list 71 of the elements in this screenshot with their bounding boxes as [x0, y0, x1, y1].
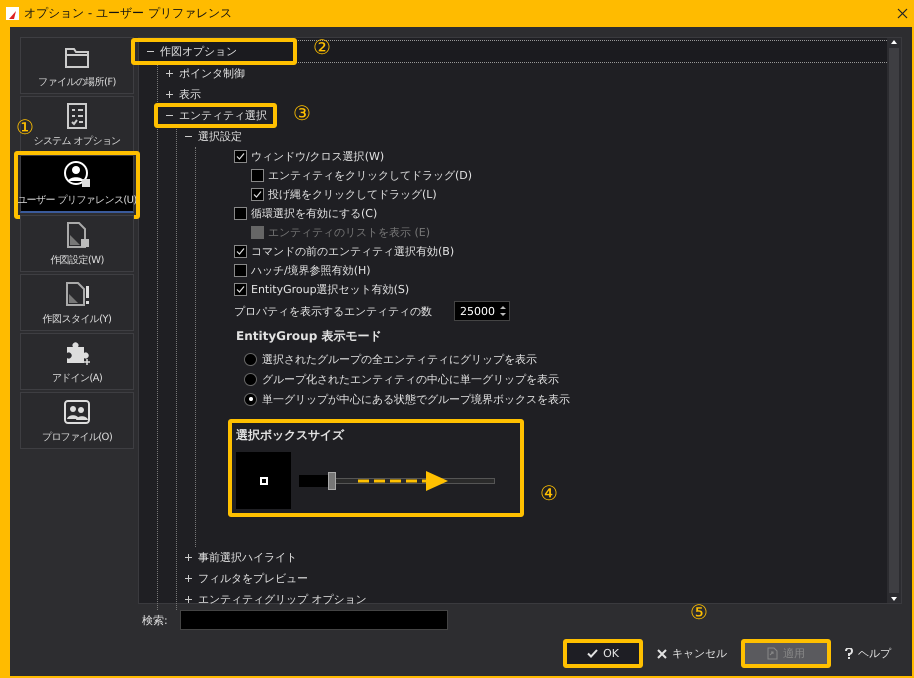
document-icon [767, 647, 778, 660]
radio-label: 単一グリップが中心にある状態でグループ境界ボックスを表示 [262, 392, 570, 406]
checkbox[interactable] [234, 283, 247, 296]
search-field[interactable] [180, 610, 448, 630]
scrollbar[interactable] [887, 38, 901, 603]
checkbox[interactable] [234, 150, 247, 163]
tree-item[interactable]: 事前選択ハイライト [198, 550, 297, 565]
checkbox-label: ウィンドウ/クロス選択(W) [251, 149, 384, 164]
tree-item[interactable]: 表示 [179, 87, 201, 102]
scroll-up-icon[interactable] [890, 38, 898, 46]
radio-label: グループ化されたエンティティの中心に単一グリップを表示 [262, 372, 559, 386]
check-icon [587, 649, 598, 658]
plus-icon[interactable] [185, 554, 192, 561]
sidebar-item[interactable]: アドイン(A) [20, 333, 134, 390]
group-title: 選択ボックスサイズ [236, 427, 346, 444]
checkbox[interactable] [251, 188, 264, 201]
scroll-down-icon[interactable] [890, 595, 898, 603]
checkbox-label: ハッチ/境界参照有効(H) [251, 263, 371, 278]
field-label: プロパティを表示するエンティティの数 [234, 304, 433, 318]
sidebar-item[interactable]: 作図設定(W) [20, 215, 134, 272]
close-icon[interactable] [897, 8, 908, 19]
section-heading: EntityGroup 表示モード [235, 328, 382, 345]
user-icon [63, 160, 91, 188]
plus-icon[interactable] [166, 70, 173, 77]
tree-item[interactable]: エンティティ選択 [179, 108, 267, 123]
selection-box-preview [236, 452, 291, 509]
tree-item[interactable]: 作図オプション [160, 44, 237, 59]
plus-icon[interactable] [166, 91, 173, 98]
tree-item[interactable]: エンティティグリップ オプション [198, 592, 366, 607]
help-icon [845, 648, 853, 659]
minus-icon[interactable] [166, 112, 173, 119]
tree-item[interactable]: フィルタをプレビュー [198, 571, 308, 586]
plus-icon[interactable] [185, 596, 192, 603]
sidebar-item[interactable]: ファイルの場所(F) [20, 37, 134, 94]
size-slider[interactable] [297, 470, 497, 492]
checkbox-label: EntityGroup選択セット有効(S) [251, 282, 410, 297]
callout-number: ④ [540, 483, 558, 503]
checkbox[interactable] [234, 264, 247, 277]
number-spinner[interactable]: 25000 [454, 301, 510, 321]
callout-number: ② [313, 37, 331, 57]
checkbox[interactable] [234, 207, 247, 220]
radio-button[interactable] [244, 352, 257, 366]
checkbox[interactable] [234, 245, 247, 258]
checkbox-label: コマンドの前のエンティティ選択有効(B) [251, 244, 454, 259]
sidebar-item[interactable]: ユーザー プリファレンス(U) [20, 155, 134, 213]
close-icon [657, 648, 667, 658]
slider-thumb[interactable] [328, 472, 336, 490]
sidebar-item[interactable]: 作図スタイル(Y) [20, 274, 134, 331]
people-icon [63, 398, 91, 426]
cancel-button[interactable]: キャンセル [646, 642, 738, 665]
radio-button[interactable] [244, 372, 257, 386]
minus-icon[interactable] [185, 133, 192, 140]
tree-item[interactable]: 選択設定 [198, 129, 242, 144]
plus-icon[interactable] [185, 575, 192, 582]
callout-number: ③ [293, 103, 311, 123]
checkbox-label: 循環選択を有効にする(C) [251, 206, 378, 221]
checkbox-label: エンティティをクリックしてドラッグ(D) [268, 168, 472, 183]
search-label: 検索: [142, 612, 168, 628]
app-logo-icon [6, 7, 19, 20]
tree-item[interactable]: ポインタ制御 [179, 66, 245, 81]
minus-icon[interactable] [147, 48, 154, 55]
checkbox-label: エンティティのリストを表示 (E) [268, 225, 430, 240]
checkbox[interactable] [251, 169, 264, 182]
window-title: オプション - ユーザー プリファレンス [24, 5, 233, 22]
help-button[interactable]: ヘルプ [834, 642, 902, 665]
radio-label: 選択されたグループの全エンティティにグリップを表示 [262, 352, 537, 366]
document-alert-icon [63, 280, 91, 308]
radio-button[interactable] [244, 392, 257, 406]
checkbox-label: 投げ縄をクリックしてドラッグ(L) [268, 187, 437, 202]
sidebar-item[interactable]: プロファイル(O) [20, 392, 134, 449]
callout-number: ⑤ [690, 602, 708, 622]
